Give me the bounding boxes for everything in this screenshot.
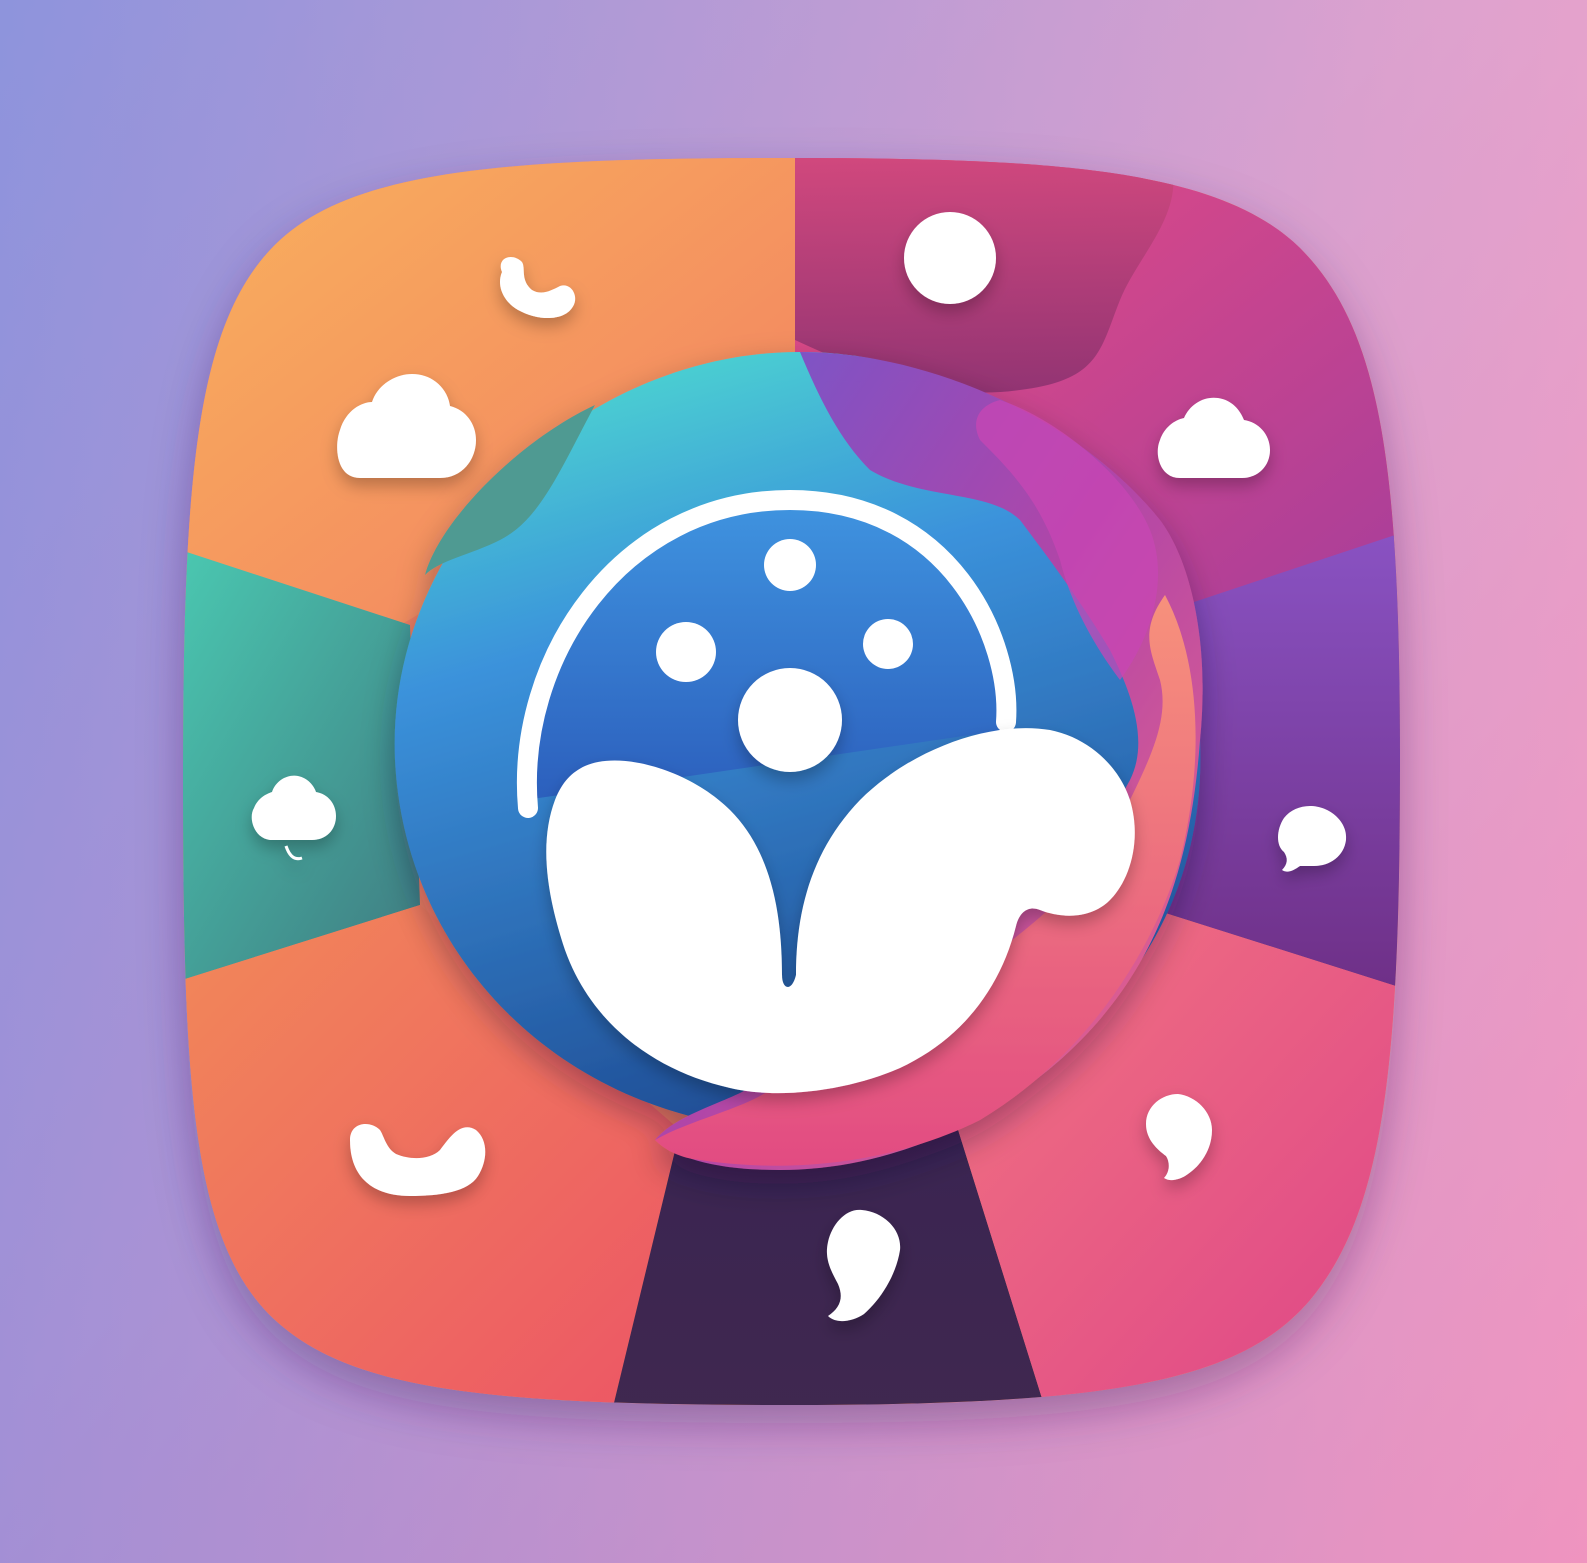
app-icon-svg <box>0 0 1587 1563</box>
circle-dot-icon <box>904 212 996 304</box>
dot-left <box>656 622 716 682</box>
dot-top <box>764 539 816 591</box>
person-head <box>738 668 842 772</box>
dot-right <box>863 619 913 669</box>
icon-artwork <box>0 0 1587 1563</box>
